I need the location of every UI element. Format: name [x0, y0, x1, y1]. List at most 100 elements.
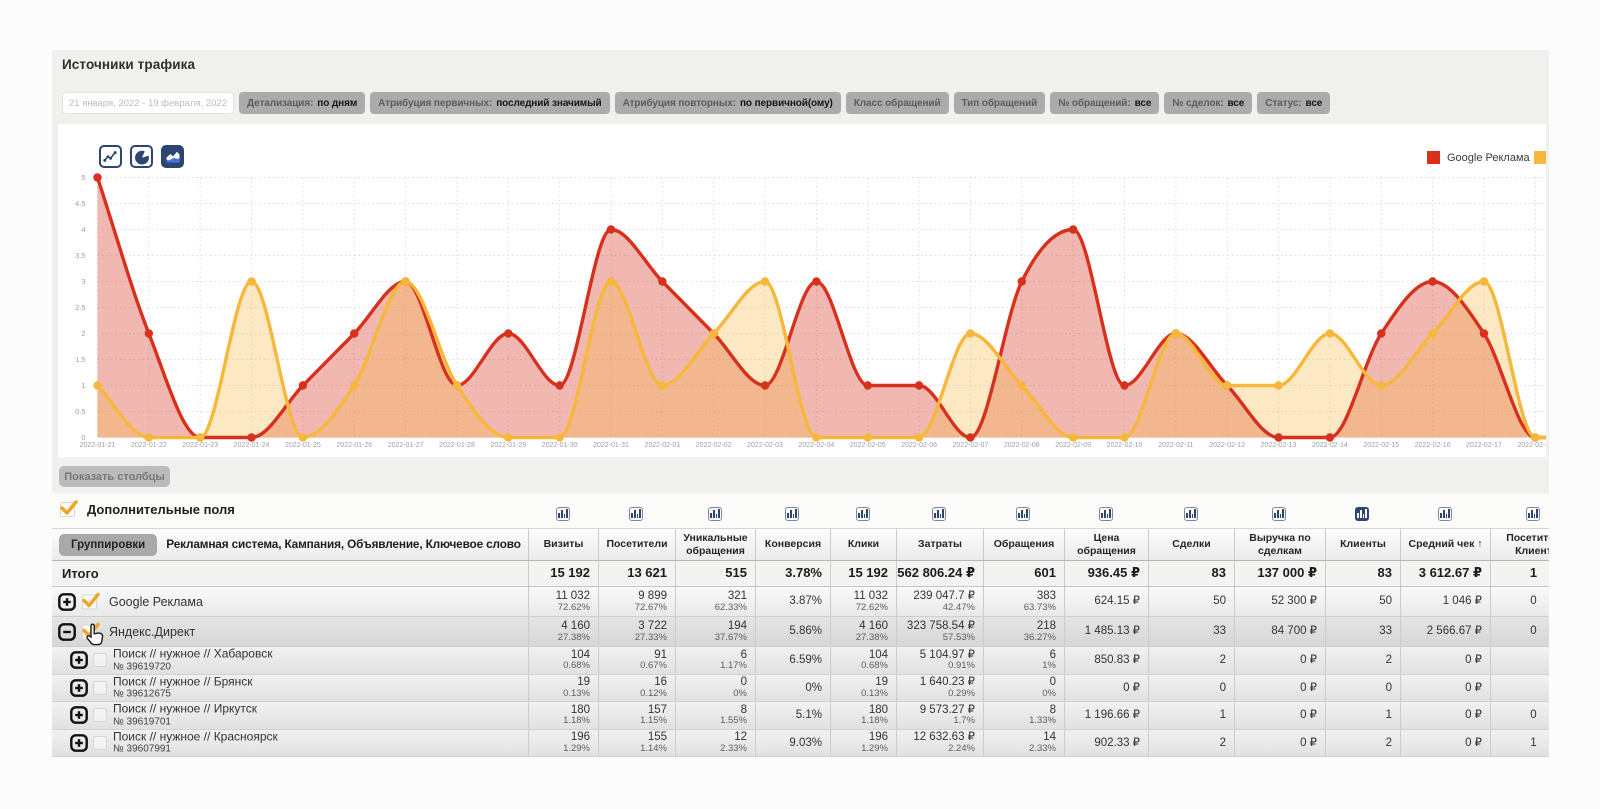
collapse-button[interactable] — [58, 593, 76, 611]
filter-pill-1[interactable]: Атрибуция первичных:последний значимый — [370, 92, 609, 114]
column-header-3[interactable]: Конверсия — [755, 529, 830, 560]
expand-button[interactable] — [70, 679, 88, 697]
table-row-3[interactable]: Поиск // нужное // Брянск№ 39612675190.1… — [52, 675, 1549, 703]
filter-pill-0[interactable]: Детализация:по дням — [239, 92, 365, 114]
column-header-0[interactable]: Визиты — [528, 529, 598, 560]
column-header-6[interactable]: Обращения — [983, 529, 1064, 560]
expand-button[interactable] — [70, 706, 88, 724]
column-chart-icon-3[interactable] — [785, 507, 799, 521]
date-range-input[interactable]: 21 января, 2022 - 19 февраля, 2022 — [62, 92, 234, 114]
table-row-1[interactable]: Яндекс.Директ4 16027.38%3 72227.33%19437… — [52, 617, 1549, 647]
filter-pill-7[interactable]: Статус:все — [1257, 92, 1330, 114]
cell-value: 5.1% — [796, 709, 822, 721]
column-chart-icon-11[interactable] — [1438, 507, 1452, 521]
cell-value: 19 — [577, 676, 590, 688]
svg-text:2022-01-25: 2022-01-25 — [285, 442, 321, 449]
column-header-label: Конверсия — [765, 538, 821, 551]
filter-pill-6[interactable]: № сделок:все — [1164, 92, 1252, 114]
column-header-1[interactable]: Посетители — [598, 529, 675, 560]
filter-pill-5[interactable]: № обращений:все — [1050, 92, 1159, 114]
row-checkbox[interactable] — [93, 708, 107, 722]
row-number: № 39619701 — [113, 716, 257, 727]
cell-percent: 1.29% — [861, 744, 888, 754]
filter-pill-value: по дням — [317, 98, 357, 109]
cell-r4-c12: 0 — [1490, 702, 1549, 729]
cell-value: 323 758.54 ₽ — [907, 620, 975, 632]
cell-value: 0 ₽ — [1300, 682, 1317, 694]
column-chart-icon-8[interactable] — [1184, 507, 1198, 521]
cell-r4-c8: 1 — [1148, 702, 1234, 729]
cell-value: 0 ₽ — [1465, 737, 1482, 749]
cell-value: 16 — [654, 676, 667, 688]
column-header-9[interactable]: Выручка посделкам — [1234, 529, 1325, 560]
table-row-total: Итого15 19213 6215153.78%15 192562 806.2… — [52, 561, 1549, 587]
cell-value: 84 700 ₽ — [1271, 625, 1317, 637]
additional-fields-toggle[interactable]: Дополнительные поля — [60, 502, 235, 517]
cell-percent: 1.18% — [563, 716, 590, 726]
legend-item-1[interactable]: Яндекс.Директ — [1534, 151, 1546, 164]
filter-pill-2[interactable]: Атрибуция повторных:по первичной(ому) — [615, 92, 841, 114]
svg-text:2022-02-05: 2022-02-05 — [850, 442, 886, 449]
column-chart-icon-7[interactable] — [1099, 507, 1113, 521]
expand-button[interactable] — [70, 734, 88, 752]
cell-percent: 72.62% — [856, 603, 888, 613]
cell-value: 19 — [875, 676, 888, 688]
cell-r5-c7: 902.33 ₽ — [1064, 730, 1148, 757]
svg-text:2022-01-27: 2022-01-27 — [388, 442, 424, 449]
column-chart-icon-9[interactable] — [1272, 507, 1286, 521]
column-header-11[interactable]: Средний чек ↑ — [1400, 529, 1490, 560]
column-header-7[interactable]: Ценаобращения — [1064, 529, 1148, 560]
table-row-5[interactable]: Поиск // нужное // Красноярск№ 396079911… — [52, 730, 1549, 758]
cell-percent: 0.12% — [640, 689, 667, 699]
cell-r2-c3: 6.59% — [755, 647, 830, 674]
column-chart-icon-1[interactable] — [629, 507, 643, 521]
show-columns-button[interactable]: Показать столбцы — [59, 466, 170, 487]
table-row-2[interactable]: Поиск // нужное // Хабаровск№ 3961972010… — [52, 647, 1549, 675]
row-checkbox[interactable] — [93, 736, 107, 750]
column-chart-icon-12[interactable] — [1526, 507, 1540, 521]
svg-text:2022-02-15: 2022-02-15 — [1363, 442, 1399, 449]
filter-pill-4[interactable]: Тип обращений — [954, 92, 1046, 114]
svg-text:2022-01-24: 2022-01-24 — [234, 442, 270, 449]
svg-text:2022-02-07: 2022-02-07 — [953, 442, 989, 449]
row-title: Яндекс.Директ — [109, 625, 195, 639]
row-checkbox[interactable] — [82, 594, 97, 609]
column-header-10[interactable]: Клиенты — [1325, 529, 1400, 560]
column-chart-icon-4[interactable] — [856, 507, 870, 521]
column-header-8[interactable]: Сделки — [1148, 529, 1234, 560]
cell-value: 850.83 ₽ — [1094, 654, 1140, 666]
filter-pill-3[interactable]: Класс обращений — [846, 92, 949, 114]
cell-r4-c10: 1 — [1325, 702, 1400, 729]
table-row-4[interactable]: Поиск // нужное // Иркутск№ 396197011801… — [52, 702, 1549, 730]
cell-percent: 0.29% — [948, 689, 975, 699]
additional-fields-checkbox[interactable] — [60, 502, 75, 517]
row-checkbox[interactable] — [93, 653, 107, 667]
column-chart-icon-2[interactable] — [708, 507, 722, 521]
cell-r3-c1: 160.12% — [598, 675, 675, 702]
column-chart-icon-6[interactable] — [1016, 507, 1030, 521]
cell-value: 9.03% — [789, 737, 822, 749]
cell-percent: 1.29% — [563, 744, 590, 754]
cell-r1-c7: 1 485.13 ₽ — [1064, 617, 1148, 646]
column-chart-icon-10[interactable] — [1355, 507, 1369, 521]
cell-percent: 1.7% — [953, 716, 975, 726]
cell-r3-c8: 0 — [1148, 675, 1234, 702]
column-chart-icon-5[interactable] — [932, 507, 946, 521]
cell-percent: 0% — [733, 689, 747, 699]
legend-item-0[interactable]: Google Реклама — [1427, 151, 1530, 164]
cell-value: 936.45 ₽ — [1088, 566, 1140, 580]
additional-fields-bar: Дополнительные поля — [52, 493, 1549, 528]
row-checkbox[interactable] — [93, 681, 107, 695]
collapse-button[interactable] — [58, 623, 76, 641]
column-header-4[interactable]: Клики — [830, 529, 896, 560]
cell-percent: 1.55% — [720, 716, 747, 726]
cell-percent: 36.27% — [1024, 633, 1056, 643]
column-header-12[interactable]: ПосетителКлиент — [1490, 529, 1549, 560]
groupings-button[interactable]: Группировки — [59, 534, 157, 556]
report-table: Группировки Рекламная система, Кампания,… — [52, 528, 1549, 757]
expand-button[interactable] — [70, 651, 88, 669]
column-header-5[interactable]: Затраты — [896, 529, 983, 560]
column-chart-icon-0[interactable] — [556, 507, 570, 521]
column-header-2[interactable]: Уникальныеобращения — [675, 529, 755, 560]
table-row-0[interactable]: Google Реклама11 03272.62%9 89972.67%321… — [52, 587, 1549, 617]
